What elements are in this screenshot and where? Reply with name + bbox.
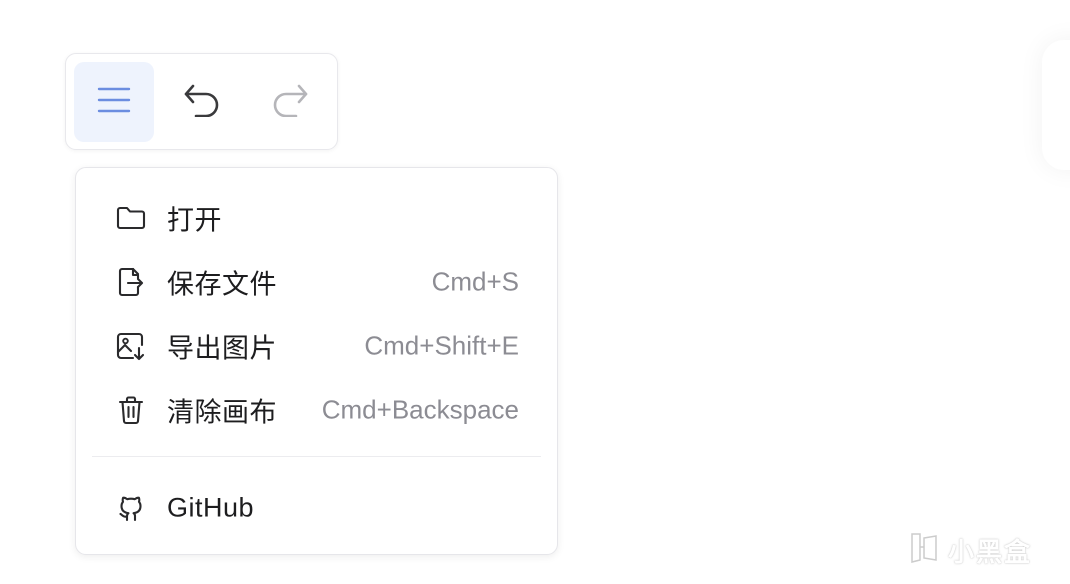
menu-item-open[interactable]: 打开 bbox=[96, 190, 539, 246]
menu-item-label: 保存文件 bbox=[167, 269, 277, 301]
github-icon bbox=[116, 493, 146, 523]
menu-item-label: 打开 bbox=[167, 205, 222, 237]
folder-icon bbox=[116, 203, 146, 233]
top-toolbar bbox=[65, 53, 338, 150]
main-menu-button[interactable] bbox=[74, 62, 154, 142]
undo-button[interactable] bbox=[162, 62, 242, 142]
undo-icon bbox=[182, 83, 222, 121]
menu-item-label: 清除画布 bbox=[167, 397, 277, 429]
menu-item-save-file[interactable]: 保存文件 Cmd+S bbox=[96, 254, 539, 310]
menu-item-shortcut: Cmd+Backspace bbox=[321, 394, 519, 425]
redo-icon bbox=[270, 83, 310, 121]
background-panel-edge bbox=[1042, 40, 1070, 170]
menu-divider bbox=[92, 456, 541, 457]
menu-item-shortcut: Cmd+S bbox=[431, 266, 519, 297]
menu-item-shortcut: Cmd+Shift+E bbox=[364, 330, 519, 361]
heybox-watermark: 小黑盒 bbox=[906, 530, 1032, 570]
menu-item-clear-canvas[interactable]: 清除画布 Cmd+Backspace bbox=[96, 382, 539, 438]
main-menu-dropdown: 打开 保存文件 Cmd+S 导出图片 Cmd+Shift+E 清除画布 Cmd+… bbox=[75, 167, 558, 555]
redo-button[interactable] bbox=[250, 62, 330, 142]
heybox-logo-icon bbox=[906, 530, 942, 570]
image-download-icon bbox=[116, 331, 146, 361]
trash-icon bbox=[116, 395, 146, 425]
hamburger-icon bbox=[97, 85, 131, 119]
menu-item-github[interactable]: GitHub bbox=[96, 480, 539, 536]
menu-item-export-image[interactable]: 导出图片 Cmd+Shift+E bbox=[96, 318, 539, 374]
menu-item-label: GitHub bbox=[167, 492, 255, 523]
watermark-text: 小黑盒 bbox=[948, 537, 1033, 568]
file-export-icon bbox=[116, 267, 146, 297]
menu-item-label: 导出图片 bbox=[167, 333, 277, 365]
